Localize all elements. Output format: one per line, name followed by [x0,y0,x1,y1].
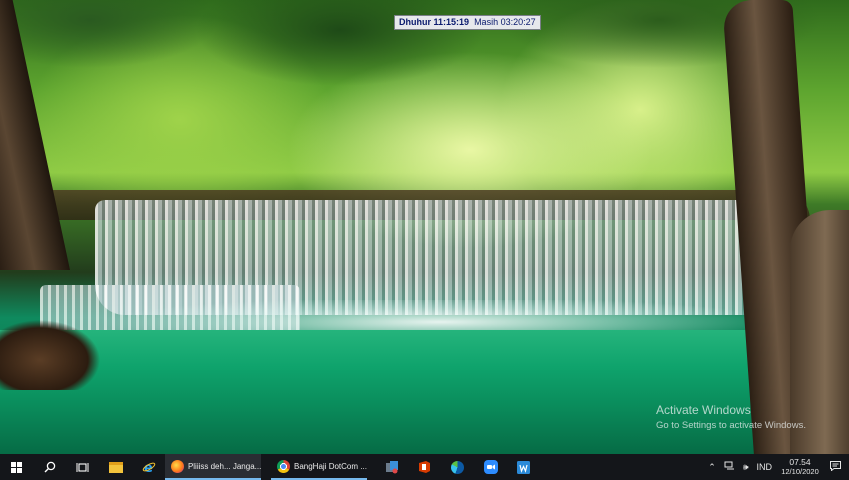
wallpaper-canopy [0,0,849,90]
language-indicator[interactable]: IND [753,462,777,472]
taskbar-word[interactable] [507,454,540,480]
firefox-icon [171,459,184,473]
chrome-icon [277,459,290,473]
wallpaper-pool [0,330,849,454]
taskbar-office[interactable] [408,454,441,480]
prayer-remaining-label: Masih [474,17,499,27]
file-explorer-icon [108,461,123,473]
clock-date: 12/10/2020 [781,467,819,476]
wallpaper-roots [0,320,100,390]
search-icon [44,461,55,473]
office-icon [419,461,430,473]
task-view-button[interactable] [66,454,99,480]
taskbar-app-chrome[interactable]: BangHaji DotCom ... [271,454,367,480]
activate-title: Activate Windows [656,403,751,417]
search-button[interactable] [33,454,66,480]
clock-time: 07.54 [789,457,811,467]
zoom-icon [483,460,498,474]
desktop-wallpaper [0,0,849,454]
taskbar-edge[interactable] [441,454,474,480]
taskbar-app-firefox[interactable]: Pliiiss deh... Janga... [165,454,261,480]
taskbar-pinned-app[interactable] [375,454,408,480]
activate-subtitle: Go to Settings to activate Windows. [656,420,806,431]
prayer-remaining: 03:20:27 [500,17,536,27]
prayer-time: 11:15:19 [433,17,470,27]
activate-windows-watermark: Activate Windows Go to Settings to activ… [656,403,806,431]
chevron-up-icon[interactable]: ⌃ [704,462,720,473]
taskbar-zoom[interactable] [474,454,507,480]
prayer-time-widget[interactable]: Dhuhur 11:15:19 Masih 03:20:27 [394,15,541,30]
network-icon[interactable] [720,461,739,473]
internet-explorer-button[interactable]: e [132,454,165,480]
file-explorer-button[interactable] [99,454,132,480]
notification-icon [830,461,841,472]
system-tray: ⌃ 🕪 IND 07.54 12/10/2020 [704,454,849,480]
word-icon [517,460,530,474]
taskbar-app-label: Pliiiss deh... Janga... [187,461,261,471]
internet-explorer-icon: e [142,461,155,474]
prayer-name: Dhuhur [399,17,431,27]
start-icon [11,461,22,473]
clock[interactable]: 07.54 12/10/2020 [776,457,824,477]
taskbar-app-label: BangHaji DotCom ... [294,461,367,471]
task-view-icon [76,462,89,472]
volume-icon[interactable]: 🕪 [739,462,753,473]
start-button[interactable] [0,454,33,480]
notification-button[interactable] [824,461,849,473]
app-icon [385,461,398,474]
edge-icon [451,460,464,474]
taskbar: e Pliiiss deh... Janga... BangHaji DotCo… [0,454,849,480]
